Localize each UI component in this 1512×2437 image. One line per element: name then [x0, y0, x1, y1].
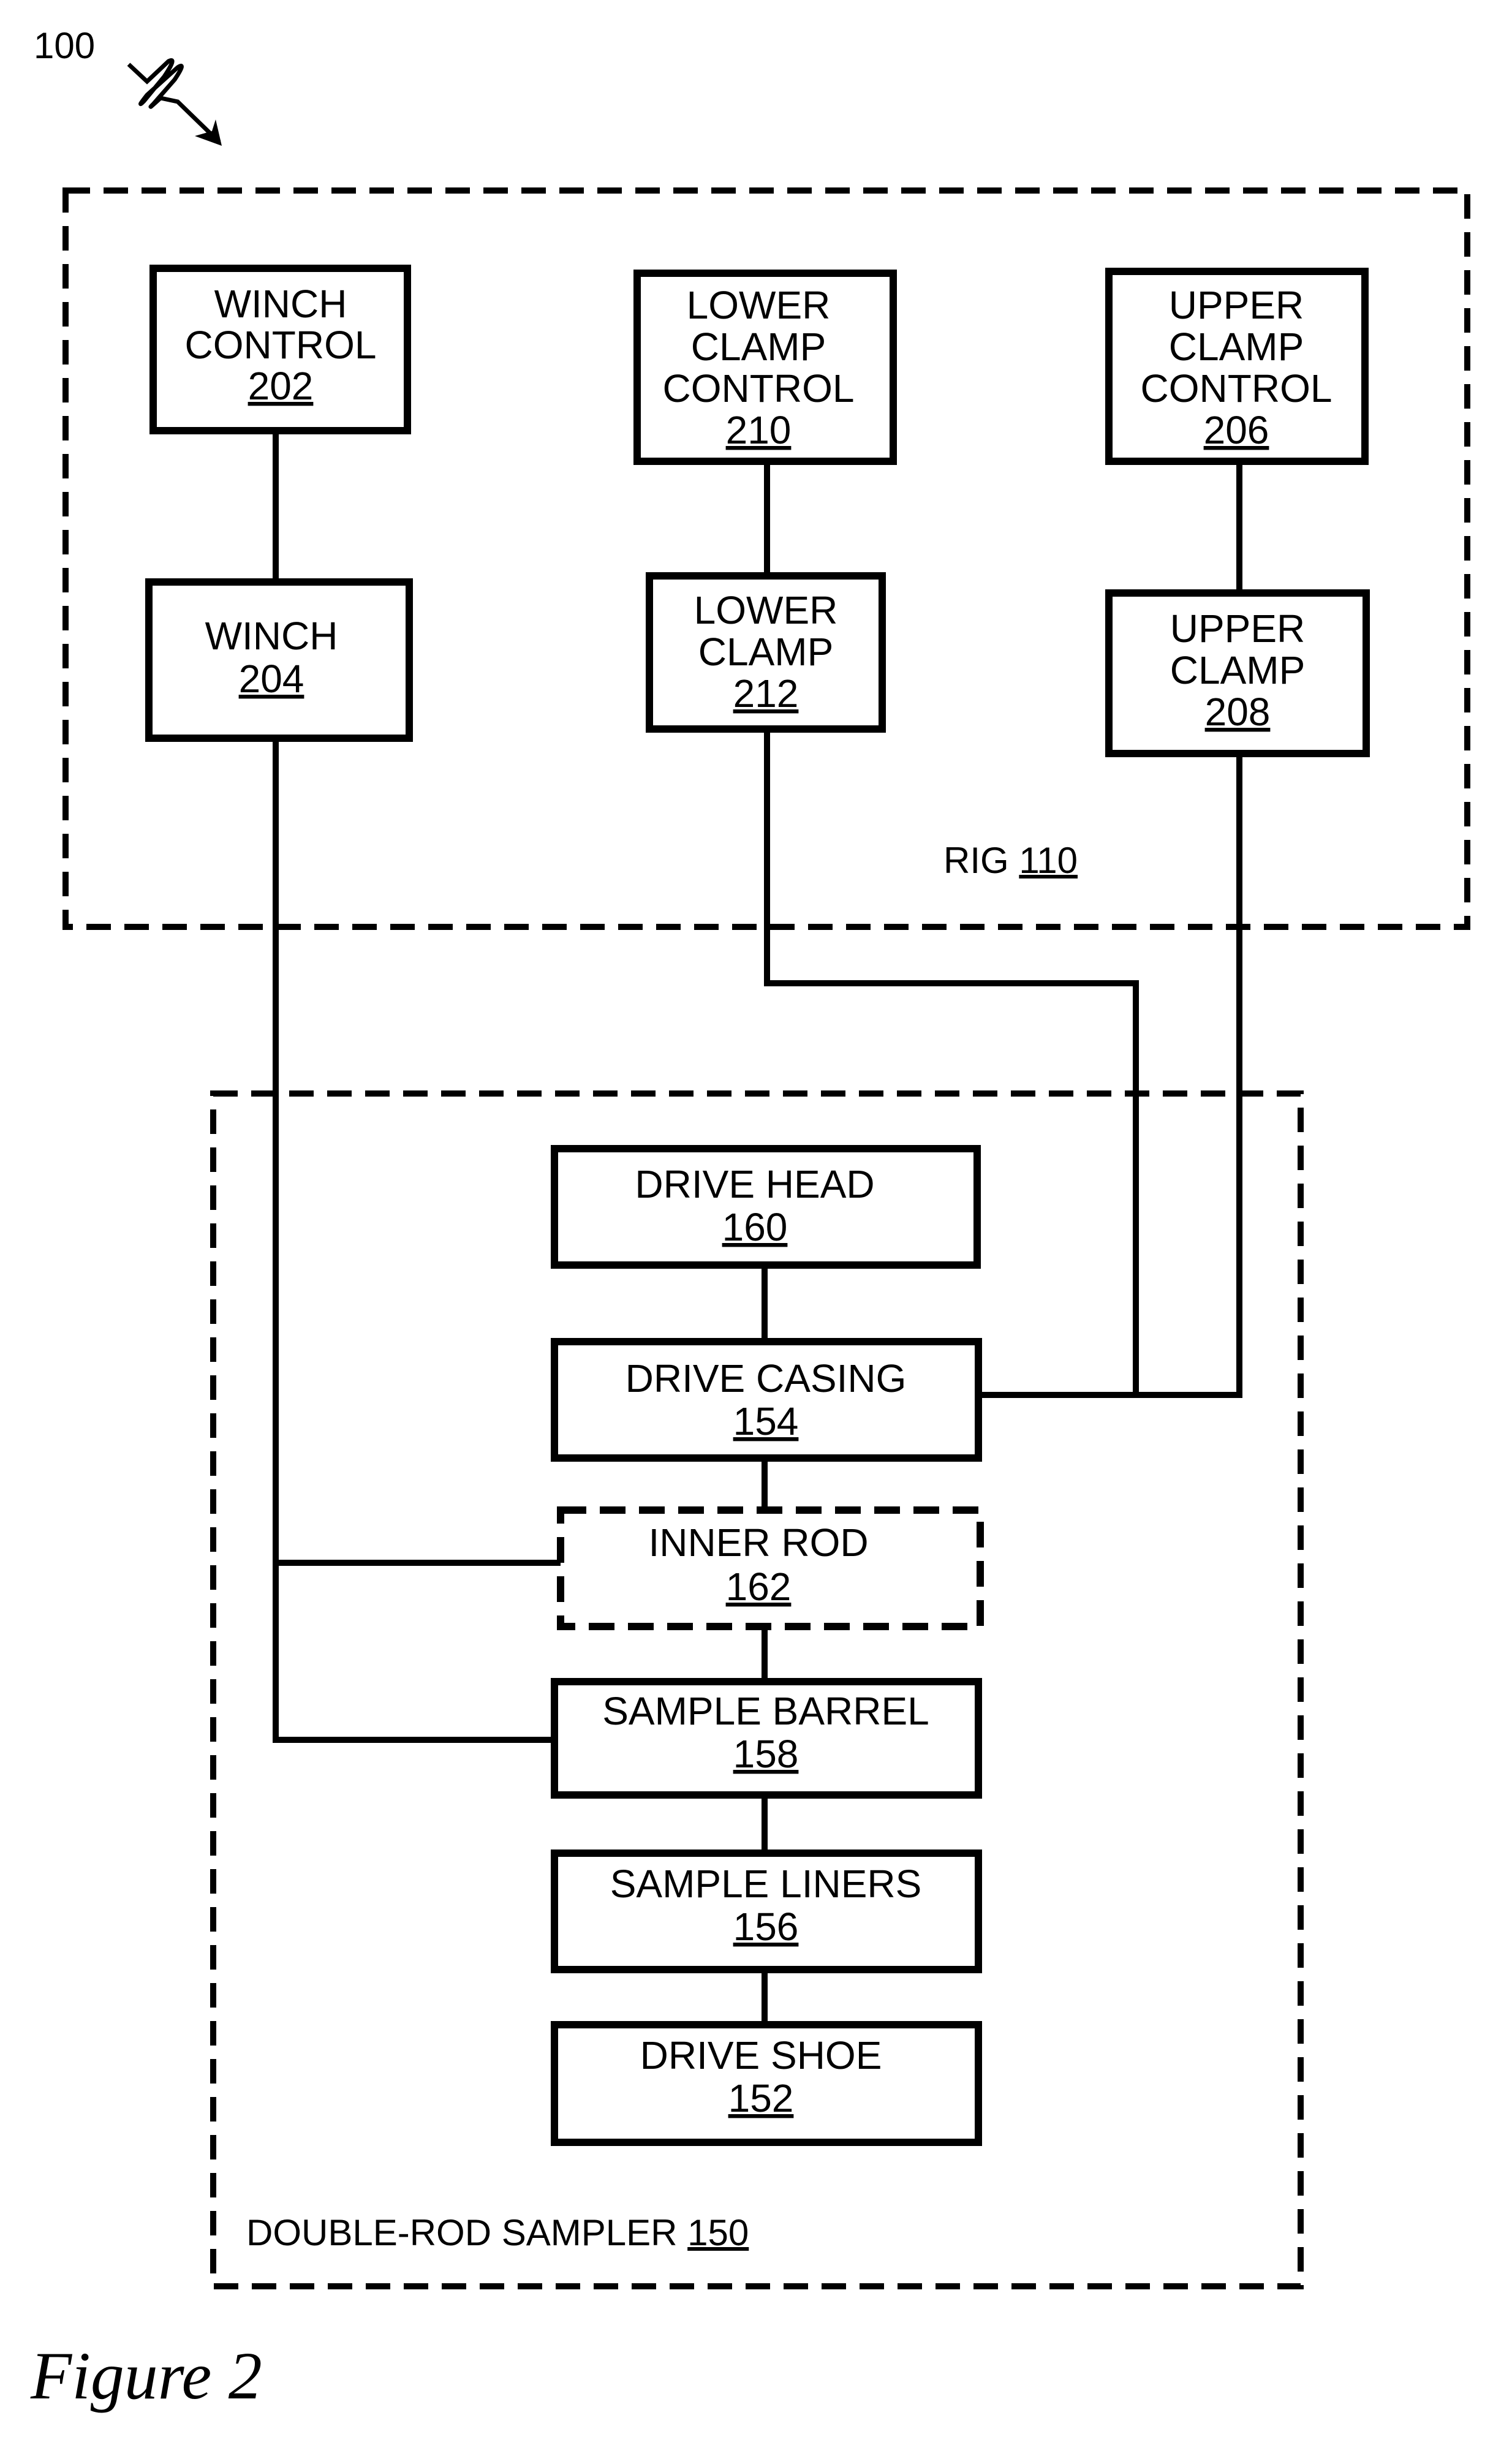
block-drive-head[interactable]: DRIVE HEAD 160	[551, 1145, 981, 1269]
figure-reference-number: 100	[34, 25, 95, 66]
rig-number: 110	[1019, 840, 1078, 881]
block-number: 202	[248, 364, 314, 408]
sampler-number: 150	[687, 2212, 749, 2253]
block-label: LOWER	[694, 588, 838, 632]
sampler-label-text: DOUBLE-ROD SAMPLER	[246, 2212, 677, 2253]
block-winch[interactable]: WINCH 204	[145, 578, 413, 742]
block-label: WINCH	[205, 614, 338, 658]
block-label: CONTROL	[185, 323, 377, 367]
block-drive-casing[interactable]: DRIVE CASING 154	[551, 1338, 982, 1462]
block-number: 156	[733, 1905, 799, 1949]
block-number: 212	[733, 671, 799, 716]
block-label: DRIVE HEAD	[635, 1162, 874, 1206]
block-label: UPPER	[1170, 606, 1306, 651]
block-number: 208	[1205, 690, 1271, 734]
figure-caption: Figure 2	[30, 2338, 262, 2413]
block-number: 206	[1204, 408, 1269, 452]
block-number: 154	[733, 1399, 799, 1443]
block-upper-clamp-control[interactable]: UPPER CLAMP CONTROL 206	[1105, 268, 1369, 465]
block-label: INNER ROD	[648, 1521, 868, 1565]
block-number: 160	[722, 1205, 788, 1249]
block-label: LOWER	[687, 283, 831, 327]
block-number: 152	[728, 2076, 794, 2120]
block-sample-liners[interactable]: SAMPLE LINERS 156	[551, 1849, 982, 1973]
rig-label: RIG 110	[943, 840, 1078, 881]
block-label: CONTROL	[1141, 366, 1332, 410]
block-label: CLAMP	[691, 325, 826, 369]
block-inner-rod[interactable]: INNER ROD 162	[557, 1506, 984, 1630]
wire-winch-to-sample-barrel	[273, 738, 558, 1743]
block-upper-clamp[interactable]: UPPER CLAMP 208	[1105, 589, 1370, 757]
block-number: 162	[726, 1565, 792, 1609]
sampler-label: DOUBLE-ROD SAMPLER 150	[246, 2212, 749, 2253]
block-winch-control[interactable]: WINCH CONTROL 202	[149, 265, 411, 434]
rig-label-text: RIG	[943, 840, 1009, 881]
block-label: CLAMP	[1170, 648, 1306, 692]
block-sample-barrel[interactable]: SAMPLE BARREL 158	[551, 1678, 982, 1799]
block-lower-clamp-control[interactable]: LOWER CLAMP CONTROL 210	[633, 270, 897, 465]
block-number: 158	[733, 1732, 799, 1776]
block-label: WINCH	[214, 282, 347, 326]
diagram-canvas: 100 WINCH CONTROL 202 WINCH 204 LOWER CL…	[30, 25, 1470, 2413]
block-number: 204	[239, 657, 304, 701]
block-label: CLAMP	[698, 630, 834, 674]
block-label: CLAMP	[1169, 325, 1304, 369]
block-label: DRIVE CASING	[626, 1356, 907, 1400]
block-drive-shoe[interactable]: DRIVE SHOE 152	[551, 2021, 982, 2146]
wire-lower-clamp-to-casing	[764, 729, 1139, 1395]
block-label: UPPER	[1169, 283, 1304, 327]
block-lower-clamp[interactable]: LOWER CLAMP 212	[646, 572, 886, 733]
block-number: 210	[726, 408, 792, 452]
reference-arrow-icon	[127, 58, 222, 146]
block-label: DRIVE SHOE	[640, 2033, 882, 2077]
block-label: SAMPLE BARREL	[602, 1689, 929, 1733]
block-label: SAMPLE LINERS	[610, 1862, 922, 1906]
block-label: CONTROL	[663, 366, 855, 410]
